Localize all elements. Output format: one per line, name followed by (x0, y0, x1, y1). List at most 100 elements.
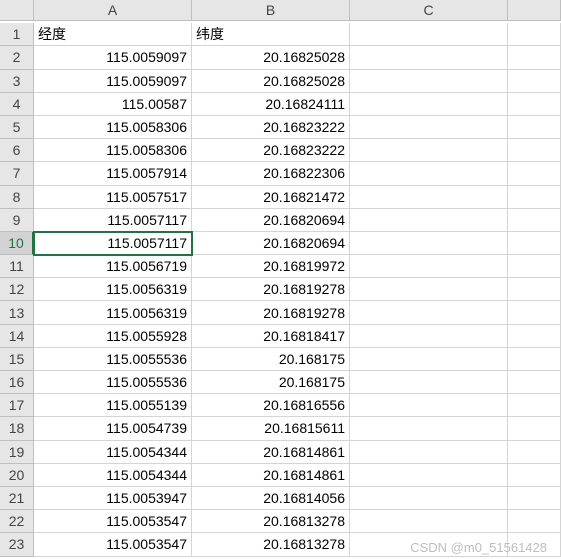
row-header[interactable]: 20 (0, 464, 34, 487)
cell-A9[interactable]: 115.0057117 (34, 209, 192, 232)
cell-B8[interactable]: 20.16821472 (192, 186, 350, 209)
spreadsheet-grid[interactable]: A B C 1经度纬度2115.005909720.168250283115.0… (0, 0, 561, 557)
cell-A15[interactable]: 115.0055536 (34, 348, 192, 371)
cell-A23[interactable]: 115.0053547 (34, 533, 192, 556)
cell-B3[interactable]: 20.16825028 (192, 70, 350, 93)
cell-A12[interactable]: 115.0056319 (34, 278, 192, 301)
cell[interactable] (508, 46, 561, 69)
cell-C22[interactable] (350, 510, 508, 533)
cell[interactable] (508, 394, 561, 417)
cell-B4[interactable]: 20.16824111 (192, 93, 350, 116)
cell-A21[interactable]: 115.0053947 (34, 487, 192, 510)
row-header[interactable]: 19 (0, 441, 34, 464)
cell-A17[interactable]: 115.0055139 (34, 394, 192, 417)
row-header[interactable]: 8 (0, 186, 34, 209)
row-header[interactable]: 2 (0, 46, 34, 69)
cell-A10[interactable]: 115.0057117 (34, 232, 192, 255)
cell-C5[interactable] (350, 116, 508, 139)
cell-B22[interactable]: 20.16813278 (192, 510, 350, 533)
cell-C21[interactable] (350, 487, 508, 510)
cell-B19[interactable]: 20.16814861 (192, 441, 350, 464)
cell-C14[interactable] (350, 325, 508, 348)
cell[interactable] (508, 93, 561, 116)
cell-C6[interactable] (350, 139, 508, 162)
cell-A22[interactable]: 115.0053547 (34, 510, 192, 533)
cell-B18[interactable]: 20.16815611 (192, 417, 350, 440)
cell-A7[interactable]: 115.0057914 (34, 162, 192, 185)
cell-C15[interactable] (350, 348, 508, 371)
cell-C19[interactable] (350, 441, 508, 464)
row-header[interactable]: 7 (0, 162, 34, 185)
cell-C17[interactable] (350, 394, 508, 417)
cell-C10[interactable] (350, 232, 508, 255)
cell-B20[interactable]: 20.16814861 (192, 464, 350, 487)
row-header[interactable]: 15 (0, 348, 34, 371)
cell-A1[interactable]: 经度 (34, 23, 192, 46)
row-header[interactable]: 3 (0, 70, 34, 93)
cell-B12[interactable]: 20.16819278 (192, 278, 350, 301)
cell[interactable] (508, 139, 561, 162)
cell[interactable] (508, 371, 561, 394)
row-header[interactable]: 5 (0, 116, 34, 139)
cell[interactable] (508, 255, 561, 278)
cell-B11[interactable]: 20.16819972 (192, 255, 350, 278)
row-header[interactable]: 9 (0, 209, 34, 232)
cell-A5[interactable]: 115.0058306 (34, 116, 192, 139)
cell-B6[interactable]: 20.16823222 (192, 139, 350, 162)
row-header[interactable]: 23 (0, 533, 34, 556)
cell[interactable] (508, 23, 561, 46)
row-header[interactable]: 10 (0, 232, 34, 255)
cell[interactable] (508, 116, 561, 139)
cell-A19[interactable]: 115.0054344 (34, 441, 192, 464)
cell[interactable] (508, 70, 561, 93)
select-all-corner[interactable] (0, 0, 34, 21)
row-header[interactable]: 12 (0, 278, 34, 301)
cell-B15[interactable]: 20.168175 (192, 348, 350, 371)
cell-C1[interactable] (350, 23, 508, 46)
row-header[interactable]: 16 (0, 371, 34, 394)
cell-A18[interactable]: 115.0054739 (34, 417, 192, 440)
cell-B14[interactable]: 20.16818417 (192, 325, 350, 348)
cell[interactable] (508, 325, 561, 348)
cell-B23[interactable]: 20.16813278 (192, 533, 350, 556)
row-header[interactable]: 1 (0, 23, 34, 46)
cell-A20[interactable]: 115.0054344 (34, 464, 192, 487)
row-header[interactable]: 4 (0, 93, 34, 116)
cell-C16[interactable] (350, 371, 508, 394)
cell[interactable] (508, 301, 561, 324)
cell-A14[interactable]: 115.0055928 (34, 325, 192, 348)
cell[interactable] (508, 417, 561, 440)
cell[interactable] (508, 278, 561, 301)
cell-A3[interactable]: 115.0059097 (34, 70, 192, 93)
cell[interactable] (508, 533, 561, 556)
row-header[interactable]: 22 (0, 510, 34, 533)
cell-C7[interactable] (350, 162, 508, 185)
cell[interactable] (508, 441, 561, 464)
cell-A8[interactable]: 115.0057517 (34, 186, 192, 209)
row-header[interactable]: 6 (0, 139, 34, 162)
cell-B13[interactable]: 20.16819278 (192, 301, 350, 324)
cell-B1[interactable]: 纬度 (192, 23, 350, 46)
cell-C4[interactable] (350, 93, 508, 116)
cell-C11[interactable] (350, 255, 508, 278)
cell-C23[interactable] (350, 533, 508, 556)
row-header[interactable]: 17 (0, 394, 34, 417)
col-header-A[interactable]: A (34, 0, 192, 21)
cell-C20[interactable] (350, 464, 508, 487)
cell-B17[interactable]: 20.16816556 (192, 394, 350, 417)
cell-B21[interactable]: 20.16814056 (192, 487, 350, 510)
cell[interactable] (508, 487, 561, 510)
cell-A4[interactable]: 115.00587 (34, 93, 192, 116)
cell-A11[interactable]: 115.0056719 (34, 255, 192, 278)
cell-C12[interactable] (350, 278, 508, 301)
cell-B2[interactable]: 20.16825028 (192, 46, 350, 69)
cell-C3[interactable] (350, 70, 508, 93)
col-header-next[interactable] (508, 0, 561, 21)
cell-B16[interactable]: 20.168175 (192, 371, 350, 394)
cell[interactable] (508, 232, 561, 255)
row-header[interactable]: 11 (0, 255, 34, 278)
cell[interactable] (508, 186, 561, 209)
row-header[interactable]: 14 (0, 325, 34, 348)
cell-A16[interactable]: 115.0055536 (34, 371, 192, 394)
cell-B10[interactable]: 20.16820694 (192, 232, 350, 255)
